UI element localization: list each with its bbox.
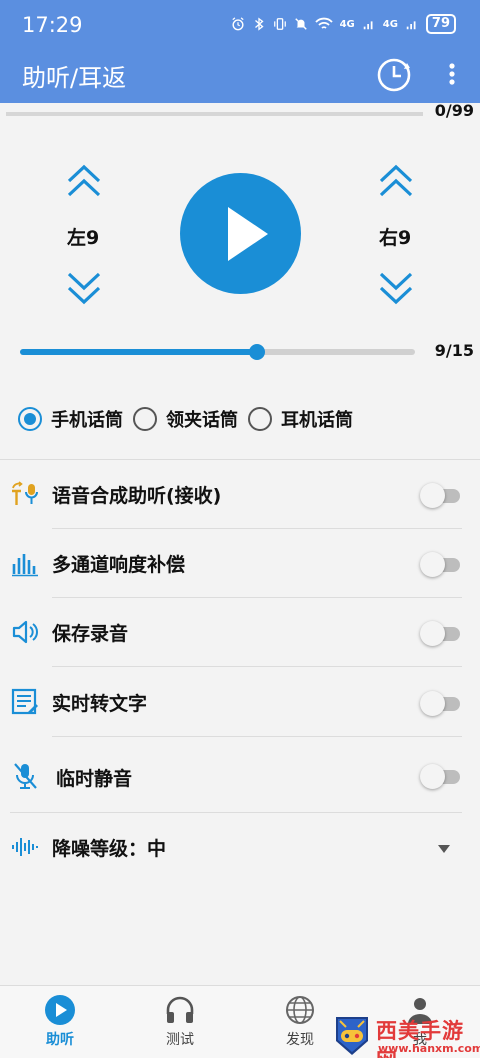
play-circle-icon	[45, 995, 75, 1025]
loudness-toggle[interactable]	[420, 552, 460, 577]
signal-label-2: 4G	[382, 18, 398, 30]
nav-item-discover[interactable]: 发现	[260, 994, 340, 1056]
signal-icon	[363, 21, 373, 30]
watermark-url: www.hanxm.com	[378, 1042, 480, 1055]
mic-mute-icon	[14, 763, 37, 789]
headphones-icon	[166, 996, 194, 1023]
session-count: 0/99	[434, 101, 474, 120]
nav-label: 测试	[166, 1032, 194, 1048]
row-divider	[52, 736, 462, 737]
save-recording-toggle[interactable]	[420, 621, 460, 646]
row-divider	[52, 666, 462, 667]
play-icon	[228, 207, 268, 261]
nav-label: 助听	[46, 1032, 74, 1048]
alarm-icon	[231, 17, 244, 31]
noise-level-label: 降噪等级：中	[52, 838, 167, 860]
bluetooth-icon	[254, 17, 264, 31]
volume-level-count: 9/15	[434, 341, 474, 360]
radio-unselected-icon	[248, 407, 272, 431]
mute-toggle[interactable]	[420, 764, 460, 789]
nav-label: 发现	[286, 1032, 314, 1048]
timer-icon[interactable]	[374, 54, 414, 94]
setting-row-loudness[interactable]: 多通道响度补偿	[0, 530, 480, 598]
setting-label: 保存录音	[52, 623, 129, 645]
document-icon	[11, 688, 38, 715]
row-divider	[52, 528, 462, 529]
app-header: 17:29 4G 4G 79 助听/耳返	[0, 0, 480, 103]
session-progress-bar	[6, 112, 423, 116]
mic-option-phone[interactable]: 手机话筒	[18, 406, 123, 432]
right-volume-up-button[interactable]	[376, 163, 416, 199]
page-title: 助听/耳返	[22, 64, 127, 92]
watermark-logo: 西美手游网 www.hanxm.com	[332, 1013, 480, 1058]
radio-unselected-icon	[133, 407, 157, 431]
mic-option-headset[interactable]: 耳机话筒	[248, 406, 353, 432]
volume-slider[interactable]	[20, 344, 415, 360]
status-bar: 17:29 4G 4G 79	[0, 0, 480, 50]
left-volume-down-button[interactable]	[64, 270, 104, 306]
signal-label-1: 4G	[339, 18, 355, 30]
volume-slider-thumb[interactable]	[249, 344, 265, 360]
speaker-icon	[12, 620, 38, 644]
waveform-icon	[12, 838, 38, 856]
row-divider	[10, 812, 462, 813]
setting-label: 语音合成助听(接收)	[52, 485, 222, 507]
globe-icon	[286, 996, 314, 1024]
more-vert-icon[interactable]	[441, 60, 463, 88]
wifi-icon	[314, 17, 333, 29]
gamepad-logo-icon	[336, 1017, 368, 1055]
right-volume-down-button[interactable]	[376, 270, 416, 306]
setting-row-transcribe[interactable]: 实时转文字	[0, 669, 480, 737]
setting-row-mute[interactable]: 临时静音	[0, 739, 480, 813]
row-divider	[52, 597, 462, 598]
mic-option-label: 领夹话筒	[166, 410, 238, 431]
vibrate-icon	[273, 18, 286, 30]
mic-option-label: 耳机话筒	[281, 410, 353, 431]
status-time: 17:29	[22, 13, 83, 37]
mic-source-group: 手机话筒 领夹话筒 耳机话筒	[18, 404, 363, 434]
left-channel-label: 左9	[67, 227, 100, 249]
mic-option-lavalier[interactable]: 领夹话筒	[133, 406, 238, 432]
setting-row-noise-level[interactable]: 降噪等级：中	[0, 814, 480, 882]
equalizer-icon	[12, 554, 38, 577]
setting-row-save-recording[interactable]: 保存录音	[0, 599, 480, 667]
left-volume-up-button[interactable]	[64, 163, 104, 199]
radio-selected-icon	[18, 407, 42, 431]
setting-label: 多通道响度补偿	[52, 554, 186, 576]
section-divider	[0, 459, 480, 460]
nav-item-hearing-aid[interactable]: 助听	[20, 994, 100, 1056]
mute-bell-icon	[294, 18, 307, 30]
battery-indicator: 79	[425, 14, 456, 34]
transcribe-toggle[interactable]	[420, 691, 460, 716]
volume-slider-fill	[20, 349, 257, 355]
right-channel-label: 右9	[379, 227, 412, 249]
dropdown-arrow-icon[interactable]	[437, 844, 451, 854]
tts-icon	[12, 481, 38, 505]
mic-option-label: 手机话筒	[51, 410, 123, 431]
setting-row-tts[interactable]: 语音合成助听(接收)	[0, 461, 480, 529]
play-button[interactable]	[180, 173, 301, 294]
status-icons: 4G 4G 79	[231, 14, 456, 34]
setting-label: 临时静音	[56, 768, 133, 790]
signal-icon	[406, 21, 416, 30]
tts-toggle[interactable]	[420, 483, 460, 508]
nav-item-test[interactable]: 测试	[140, 994, 220, 1056]
setting-label: 实时转文字	[52, 693, 148, 715]
